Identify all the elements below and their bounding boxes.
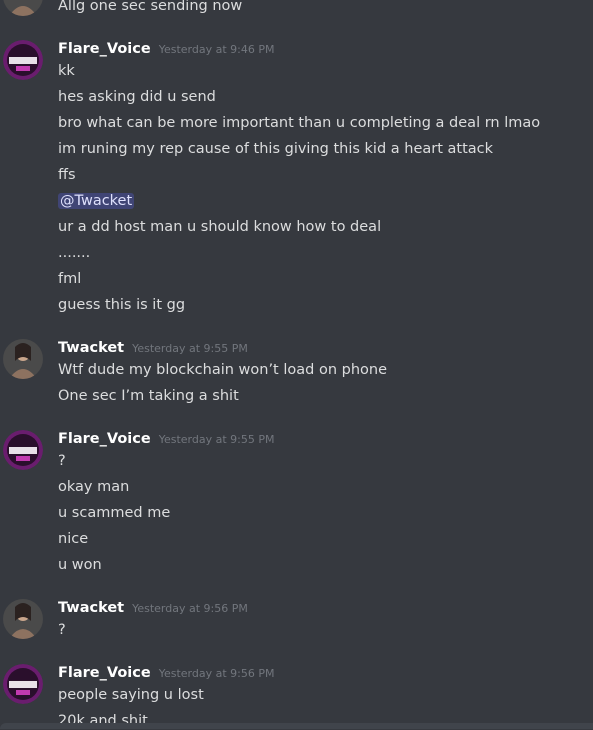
message-text: u won	[58, 557, 102, 573]
message-text: kk	[58, 63, 75, 79]
flare-voice-avatar[interactable]	[3, 40, 43, 80]
message-text: .......	[58, 245, 91, 261]
user-mention[interactable]: @Twacket	[58, 193, 135, 209]
message-mention-line: @Twacket	[58, 192, 135, 210]
timestamp: Yesterday at 9:56 PM	[132, 602, 248, 615]
message-input-edge[interactable]	[0, 723, 593, 729]
username[interactable]: Twacket	[58, 340, 124, 356]
timestamp: Yesterday at 9:46 PM	[158, 43, 275, 56]
message-text: nice	[58, 531, 89, 547]
message-text: hes asking did u send	[58, 89, 216, 105]
flare-voice-avatar[interactable]	[3, 430, 43, 470]
twacket-avatar[interactable]	[3, 339, 43, 379]
message-text: ffs	[58, 167, 76, 183]
timestamp: Yesterday at 9:55 PM	[132, 342, 248, 355]
username[interactable]: Flare_Voice	[58, 665, 151, 681]
twacket-avatar[interactable]	[3, 0, 43, 16]
message-text: Wtf dude my blockchain won’t load on pho…	[58, 362, 387, 378]
username[interactable]: Twacket	[58, 600, 124, 616]
timestamp: Yesterday at 9:55 PM	[158, 433, 275, 446]
message-text: ?	[58, 622, 66, 638]
chat-messages: Allg one sec sending now Flare_Voice Yes…	[0, 0, 593, 729]
message-text: im runing my rep cause of this giving th…	[58, 141, 494, 157]
twacket-avatar[interactable]	[3, 599, 43, 639]
message-text: ur a dd host man u should know how to de…	[58, 219, 382, 235]
timestamp: Yesterday at 9:56 PM	[158, 667, 275, 680]
message-text: u scammed me	[58, 505, 171, 521]
username[interactable]: Flare_Voice	[58, 431, 151, 447]
message-text: ?	[58, 453, 66, 469]
message-text: guess this is it gg	[58, 297, 186, 313]
message-text: bro what can be more important than u co…	[58, 115, 541, 131]
username[interactable]: Flare_Voice	[58, 41, 151, 57]
message-text: fml	[58, 271, 82, 287]
message-text: Allg one sec sending now	[58, 0, 243, 14]
message-text: One sec I’m taking a shit	[58, 388, 239, 404]
flare-voice-avatar[interactable]	[3, 664, 43, 704]
message-text: people saying u lost	[58, 687, 204, 703]
message-text: okay man	[58, 479, 130, 495]
